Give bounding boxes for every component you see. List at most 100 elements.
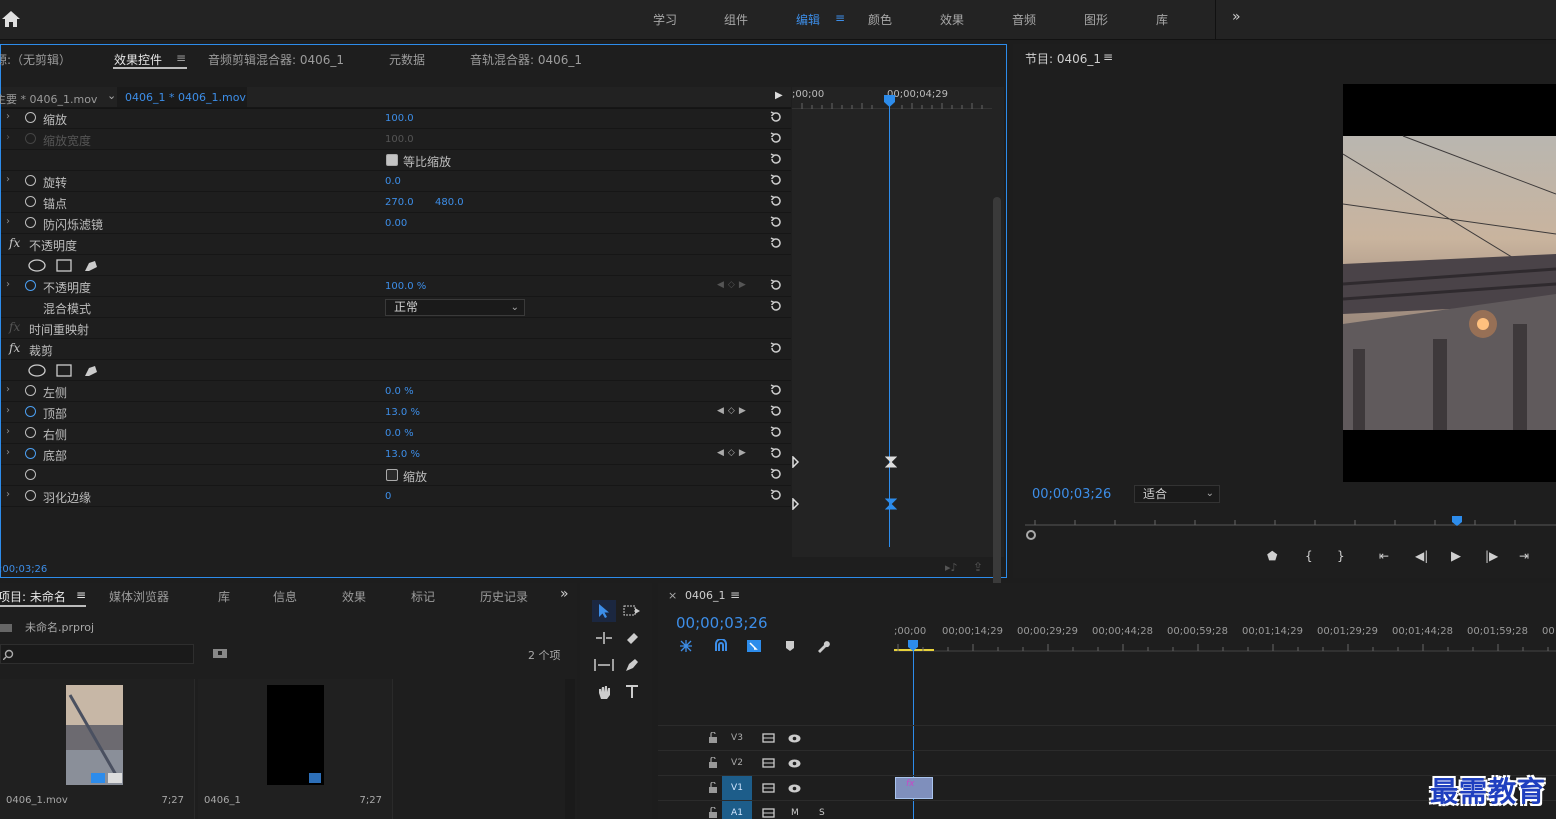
effect-controls-menu-icon[interactable]: ≡ [176, 51, 186, 65]
zoom-fit-dropdown[interactable]: 适合 ⌄ [1134, 485, 1220, 503]
timeline-menu-icon[interactable]: ≡ [730, 588, 740, 602]
reset-icon[interactable] [769, 131, 783, 145]
mute-button[interactable]: M [791, 808, 799, 818]
program-scrubber[interactable] [1025, 514, 1556, 530]
track-v3[interactable]: V3 [658, 725, 1556, 751]
reset-icon[interactable] [769, 278, 783, 292]
tab-metadata[interactable]: 元数据 [389, 51, 425, 68]
step-back-icon[interactable]: ◀| [1415, 549, 1428, 563]
tab-audio-clip-mixer[interactable]: 音频剪辑混合器: 0406_1 [208, 51, 344, 68]
stopwatch-icon[interactable] [25, 469, 36, 480]
time-remap-row[interactable]: fx 时间重映射 [1, 318, 791, 339]
new-bin-icon[interactable] [213, 647, 228, 659]
expand-chevron-icon[interactable]: › [6, 216, 10, 227]
track-label[interactable]: V2 [722, 751, 752, 775]
workspace-tab-libraries[interactable]: 库 [1156, 11, 1168, 28]
rectangle-mask-icon[interactable] [56, 364, 72, 377]
tab-effects[interactable]: 效果 [342, 588, 366, 605]
play-icon[interactable]: ▶ [1451, 549, 1461, 564]
keyframe-nav-icon[interactable]: ◀◇▶ [717, 448, 750, 458]
snap-icon[interactable] [714, 639, 728, 653]
tab-project[interactable]: 项目: 未命名 [0, 588, 66, 605]
anchor-y-value[interactable]: 480.0 [435, 197, 464, 208]
scale-value[interactable]: 100.0 [385, 113, 414, 124]
ellipse-mask-icon[interactable] [28, 259, 46, 272]
reset-icon[interactable] [769, 467, 783, 481]
reset-icon[interactable] [769, 425, 783, 439]
home-icon[interactable] [0, 8, 22, 30]
nest-sequence-icon[interactable] [678, 639, 694, 653]
keyframe-start-icon[interactable] [792, 456, 800, 468]
opacity-section-row[interactable]: fx 不透明度 [1, 234, 791, 255]
opacity-value[interactable]: 100.0 % [385, 281, 426, 292]
stopwatch-icon[interactable] [25, 385, 36, 396]
close-icon[interactable]: × [668, 589, 677, 602]
stopwatch-icon[interactable] [25, 175, 36, 186]
crop-zoom-checkbox[interactable] [386, 469, 398, 481]
sync-lock-icon[interactable] [762, 783, 775, 793]
program-menu-icon[interactable]: ≡ [1103, 50, 1113, 64]
expand-chevron-icon[interactable]: › [6, 111, 10, 122]
reset-icon[interactable] [769, 404, 783, 418]
linked-selection-icon[interactable] [746, 639, 762, 653]
hand-tool-icon[interactable] [592, 681, 616, 703]
stopwatch-icon[interactable] [25, 280, 36, 291]
track-label[interactable]: V1 [722, 776, 752, 800]
workspace-tab-learn[interactable]: 学习 [653, 11, 677, 28]
reset-icon[interactable] [769, 236, 783, 250]
tab-audio-track-mixer[interactable]: 音轨混合器: 0406_1 [470, 51, 582, 68]
program-video-frame[interactable] [1343, 84, 1556, 482]
ripple-edit-tool-icon[interactable] [592, 627, 616, 649]
sync-lock-icon[interactable] [762, 758, 775, 768]
crop-top-value[interactable]: 13.0 % [385, 407, 420, 418]
tab-markers[interactable]: 标记 [411, 588, 435, 605]
reset-icon[interactable] [769, 446, 783, 460]
project-item-clip[interactable]: 0406_1.mov 7;27 [0, 679, 195, 819]
tab-history[interactable]: 历史记录 [480, 588, 528, 605]
track-label[interactable]: V3 [722, 726, 752, 750]
export-icon[interactable]: ⇪ [973, 560, 983, 574]
tab-effect-controls[interactable]: 效果控件 [114, 51, 162, 68]
reset-icon[interactable] [769, 152, 783, 166]
sequence-tab[interactable]: 0406_1 [685, 589, 726, 602]
reset-icon[interactable] [769, 488, 783, 502]
add-marker-icon[interactable] [785, 640, 795, 652]
vertical-scrollbar[interactable] [993, 197, 1001, 587]
blend-mode-dropdown[interactable]: 正常 ⌄ [385, 299, 525, 316]
track-v2[interactable]: V2 [658, 750, 1556, 776]
pen-tool-icon[interactable] [620, 654, 644, 676]
type-tool-icon[interactable] [620, 681, 644, 703]
stopwatch-icon[interactable] [25, 217, 36, 228]
reset-icon[interactable] [769, 110, 783, 124]
sync-lock-icon[interactable] [762, 733, 775, 743]
stopwatch-icon[interactable] [25, 427, 36, 438]
workspace-tab-assembly[interactable]: 组件 [724, 11, 748, 28]
program-monitor-title[interactable]: 节目: 0406_1 [1025, 50, 1101, 67]
filter-icon[interactable]: ▸♪ [945, 561, 958, 574]
workspace-tab-color[interactable]: 颜色 [868, 11, 892, 28]
tab-media-browser[interactable]: 媒体浏览器 [109, 588, 169, 605]
mark-out-icon[interactable]: } [1337, 549, 1345, 563]
reset-icon[interactable] [769, 299, 783, 313]
razor-tool-icon[interactable] [620, 627, 644, 649]
reset-icon[interactable] [769, 341, 783, 355]
keyframe-hourglass-icon[interactable] [885, 498, 897, 510]
tab-source[interactable]: 源:（无剪辑） [0, 51, 71, 68]
timeline-ruler[interactable]: ;00;00 00;00;14;29 00;00;29;29 00;00;44;… [894, 626, 1556, 658]
reset-icon[interactable] [769, 173, 783, 187]
selection-tool-icon[interactable] [592, 600, 616, 622]
expand-chevron-icon[interactable]: › [6, 489, 10, 500]
eye-icon[interactable] [788, 784, 801, 793]
track-label[interactable]: A1 [722, 801, 752, 819]
sync-lock-icon[interactable] [762, 808, 775, 818]
expand-chevron-icon[interactable]: › [6, 447, 10, 458]
program-timecode[interactable]: 00;00;03;26 [1032, 487, 1111, 502]
reset-icon[interactable] [769, 215, 783, 229]
track-select-tool-icon[interactable] [620, 600, 644, 622]
reset-icon[interactable] [769, 383, 783, 397]
keyframe-nav-icon[interactable]: ◀◇▶ [717, 406, 750, 416]
pen-mask-icon[interactable] [83, 259, 99, 273]
lock-icon[interactable] [708, 807, 718, 818]
keyframe-start-icon[interactable] [792, 498, 800, 510]
fx-icon[interactable]: fx [9, 236, 20, 250]
